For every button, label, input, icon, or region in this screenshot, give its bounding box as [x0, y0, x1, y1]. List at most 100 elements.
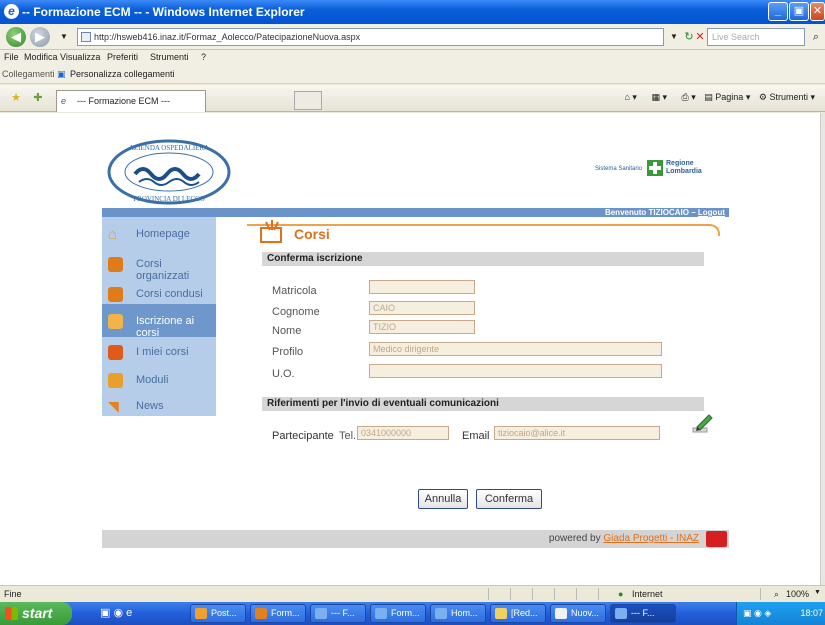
powered-by-link[interactable]: Giada Progetti - INAZ: [603, 533, 699, 544]
section-riferimenti: Riferimenti per l'invio di eventuali com…: [262, 397, 704, 411]
address-dropdown-icon[interactable]: ▼: [666, 29, 682, 45]
cancel-button[interactable]: Annulla: [418, 489, 468, 509]
confirm-button[interactable]: Conferma: [476, 489, 542, 509]
forms-icon: [108, 373, 123, 388]
home-icon[interactable]: ⌂ ▾: [624, 92, 636, 102]
tab-ie-icon: e: [61, 96, 67, 106]
email-field[interactable]: tiziocaio@alice.it: [494, 426, 660, 440]
tel-field[interactable]: 0341000000: [357, 426, 449, 440]
sidebar-item-homepage[interactable]: ⌂ Homepage: [102, 219, 216, 249]
nome-label: Nome: [272, 325, 302, 337]
history-dropdown-icon[interactable]: ▼: [56, 29, 72, 45]
rss-icon: ◥: [108, 398, 119, 414]
powered-by-text: powered by: [548, 533, 601, 544]
tray-icons[interactable]: ▣ ◉ ◈: [743, 608, 771, 618]
people-icon: [108, 257, 123, 272]
page-title: Corsi: [294, 226, 330, 242]
status-bar: Fine ● Internet ⌕ 100% ▼: [0, 585, 825, 602]
sidebar-item-label: Iscrizione ai corsi: [136, 315, 195, 339]
minimize-button[interactable]: _: [768, 2, 788, 21]
sidebar-item-label: Moduli: [136, 374, 169, 386]
back-button[interactable]: ◀: [6, 27, 26, 47]
favorites-bar: Collegamenti ▣ Personalizza collegamenti: [0, 66, 825, 84]
enroll-icon: [108, 314, 123, 329]
quicklaunch-icons[interactable]: ▣ ◉ e: [100, 606, 132, 619]
profilo-label: Profilo: [272, 346, 304, 358]
regione-left-text: Sistema Sanitario: [595, 166, 643, 172]
courses-title-icon: [260, 220, 282, 243]
menu-bar: File Modifica Visualizza Preferiti Strum…: [0, 50, 825, 66]
menu-visualizza[interactable]: Visualizza: [60, 52, 100, 62]
zoom-level[interactable]: 100%: [786, 589, 809, 599]
feeds-icon[interactable]: ▦ ▾: [651, 92, 667, 102]
favorites-star-icon[interactable]: ★: [8, 90, 24, 106]
menu-file[interactable]: File: [4, 52, 19, 62]
search-input[interactable]: Live Search: [707, 28, 805, 46]
uo-label: U.O.: [272, 368, 295, 380]
sidebar-item-label: Homepage: [136, 228, 190, 240]
regione-cross-icon: [647, 160, 663, 176]
tab-title: --- Formazione ECM ---: [77, 96, 171, 106]
taskbar-button-red[interactable]: [Red...: [490, 604, 546, 623]
taskbar-button-post[interactable]: Post...: [190, 604, 246, 623]
menu-modifica[interactable]: Modifica: [24, 52, 58, 62]
favorites-link[interactable]: Personalizza collegamenti: [70, 69, 175, 79]
page-icon: [81, 32, 91, 42]
page-menu-icon: ▤: [704, 92, 713, 102]
hospital-logo: AZIENDA OSPEDALIERA PROVINCIA DI LECCO: [107, 139, 231, 205]
tools-menu[interactable]: Strumenti: [769, 92, 808, 102]
status-text: Fine: [4, 589, 22, 599]
print-icon[interactable]: ⎙ ▾: [682, 92, 696, 102]
taskbar-button-ecm-active[interactable]: --- F...: [610, 604, 676, 623]
taskbar-button-form2[interactable]: Form...: [370, 604, 426, 623]
menu-help[interactable]: ?: [201, 52, 206, 62]
profilo-field: Medico dirigente: [369, 342, 662, 356]
zoom-icon: ⌕: [774, 589, 780, 599]
tel-label: Tel.: [339, 430, 357, 442]
sidebar-item-news[interactable]: ◥ News: [102, 391, 216, 421]
sidebar-item-iscrizione[interactable]: Iscrizione ai corsi: [102, 304, 216, 339]
sidebar-item-label: Corsi condusi: [136, 288, 203, 300]
taskbar-button-nuov[interactable]: Nuov...: [550, 604, 606, 623]
tab-active[interactable]: e --- Formazione ECM ---: [56, 90, 206, 112]
windows-logo-icon: [5, 607, 18, 620]
page-menu[interactable]: Pagina: [715, 92, 743, 102]
add-favorites-icon[interactable]: ✚: [30, 90, 46, 106]
taskbar-button-home[interactable]: Hom...: [430, 604, 486, 623]
uo-field: [369, 364, 662, 378]
ie-icon: e: [4, 4, 19, 19]
start-label: start: [22, 605, 53, 621]
start-button[interactable]: start: [0, 602, 72, 625]
regione-name-1: Regione: [666, 160, 694, 167]
sidebar-item-miei-corsi[interactable]: I miei corsi: [102, 337, 216, 367]
sidebar-item-corsi-organizzati[interactable]: Corsi organizzati: [102, 249, 216, 282]
welcome-user: TIZIOCAIO: [648, 208, 689, 217]
vertical-scrollbar[interactable]: [820, 113, 825, 585]
cognome-label: Cognome: [272, 306, 320, 318]
address-input[interactable]: http://hsweb416.inaz.it/Formaz_Aolecco/P…: [77, 28, 664, 46]
favorites-label: Collegamenti: [2, 69, 55, 79]
search-icon[interactable]: ⌕: [808, 29, 824, 45]
command-bar: ⌂ ▾ ▦ ▾ ⎙ ▾ ▤ Pagina ▾ ⚙ Strumenti ▾: [624, 92, 815, 102]
menu-preferiti[interactable]: Preferiti: [107, 52, 138, 62]
edit-pencil-icon[interactable]: [692, 413, 714, 433]
matricola-label: Matricola: [272, 285, 317, 297]
clock: 18:07: [800, 608, 823, 618]
close-button[interactable]: ✕: [810, 2, 825, 21]
new-tab-button[interactable]: [294, 91, 322, 110]
address-toolbar: ◀ ▶ ▼ http://hsweb416.inaz.it/Formaz_Aol…: [0, 24, 825, 50]
taskbar-button-form1[interactable]: Form...: [250, 604, 306, 623]
maximize-button[interactable]: ▣: [789, 2, 809, 21]
stop-icon[interactable]: ✕: [692, 29, 708, 45]
forward-button[interactable]: ▶: [30, 27, 50, 47]
sidebar-item-label: I miei corsi: [136, 346, 189, 358]
nome-field: TIZIO: [369, 320, 475, 334]
zoom-dropdown-icon[interactable]: ▼: [814, 589, 821, 596]
section-conferma-iscrizione: Conferma iscrizione: [262, 252, 704, 266]
window-titlebar: e -- Formazione ECM -- - Windows Interne…: [0, 0, 825, 24]
window-title: -- Formazione ECM -- - Windows Internet …: [22, 5, 305, 19]
logout-link[interactable]: Logout: [698, 208, 725, 217]
cognome-field: CAIO: [369, 301, 475, 315]
menu-strumenti[interactable]: Strumenti: [150, 52, 189, 62]
taskbar-button-ecm1[interactable]: --- F...: [310, 604, 366, 623]
